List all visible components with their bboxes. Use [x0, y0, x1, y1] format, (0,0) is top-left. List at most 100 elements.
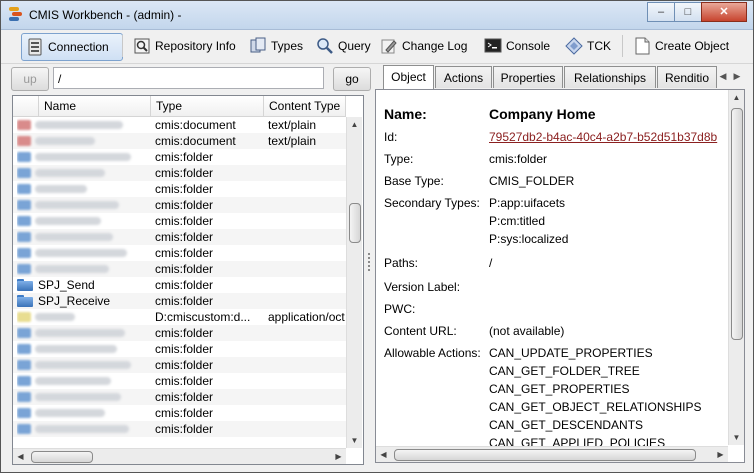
console-button[interactable]: Console — [480, 33, 566, 59]
horizontal-scroll-thumb[interactable] — [31, 451, 93, 463]
row-name-cell — [17, 421, 149, 437]
row-type-cell: cmis:folder — [155, 326, 214, 340]
table-row[interactable]: cmis:folder — [13, 389, 346, 405]
scroll-left-arrow-icon[interactable]: ◀ — [376, 447, 391, 462]
scroll-right-arrow-icon[interactable]: ▶ — [713, 447, 728, 462]
table-horizontal-scrollbar[interactable]: ◀ ▶ — [13, 448, 346, 464]
connection-button[interactable]: Connection — [21, 33, 123, 61]
types-button[interactable]: Types — [245, 33, 317, 59]
pwc-label: PWC: — [384, 302, 416, 316]
horizontal-scroll-thumb[interactable] — [394, 449, 696, 461]
allowable-action-item: CAN_GET_DESCENDANTS — [489, 418, 644, 432]
table-row[interactable]: cmis:folder — [13, 421, 346, 437]
row-name-cell — [17, 229, 149, 245]
row-content-type-cell: application/oct — [268, 310, 345, 324]
column-header-type[interactable]: Type — [151, 96, 264, 116]
scroll-up-arrow-icon[interactable]: ▲ — [729, 90, 744, 105]
row-content-type-cell — [268, 277, 346, 293]
table-row[interactable]: cmis:folder — [13, 197, 346, 213]
table-row[interactable]: cmis:folder — [13, 405, 346, 421]
up-button[interactable]: up — [11, 67, 49, 91]
row-name-cell — [17, 405, 149, 421]
row-content-type-cell — [268, 293, 346, 309]
row-name-cell — [17, 245, 149, 261]
row-name-cell: SPJ_Send — [17, 277, 149, 293]
scroll-thumb[interactable] — [731, 108, 743, 340]
panel-horizontal-scrollbar[interactable]: ◀ ▶ — [376, 446, 728, 462]
scroll-thumb[interactable] — [349, 203, 361, 243]
scroll-down-arrow-icon[interactable]: ▼ — [729, 430, 744, 445]
split-pane-divider[interactable] — [365, 65, 373, 465]
path-input[interactable]: / — [53, 67, 324, 89]
table-row[interactable]: cmis:folder — [13, 357, 346, 373]
table-row[interactable]: cmis:folder — [13, 341, 346, 357]
table-row[interactable]: cmis:document text/plain — [13, 133, 346, 149]
table-row[interactable]: D:cmiscustom:d... application/oct — [13, 309, 346, 325]
row-content-type-cell — [268, 229, 346, 245]
redacted-name — [35, 345, 117, 353]
create-object-label: Create Object — [655, 39, 730, 53]
row-type-cell: cmis:folder — [155, 182, 214, 196]
secondary-type-item: P:cm:titled — [489, 214, 546, 228]
minimize-button[interactable]: – — [647, 2, 675, 22]
table-vertical-scrollbar[interactable]: ▲ ▼ — [346, 117, 362, 448]
column-header-icon[interactable] — [13, 96, 39, 116]
table-row[interactable]: cmis:folder — [13, 149, 346, 165]
row-type-cell: cmis:folder — [155, 198, 214, 212]
redacted-icon — [17, 360, 31, 370]
id-link[interactable]: 79527db2-b4ac-40c4-a2b7-b52d51b37d8b — [489, 130, 717, 144]
redacted-icon — [17, 424, 31, 434]
row-content-type-cell — [268, 325, 346, 341]
row-type-cell: cmis:folder — [155, 214, 214, 228]
column-header-content-type[interactable]: Content Type — [264, 96, 346, 116]
scroll-up-arrow-icon[interactable]: ▲ — [347, 117, 362, 132]
redacted-name — [35, 361, 131, 369]
table-row[interactable]: SPJ_Receive cmis:folder — [13, 293, 346, 309]
tab-object[interactable]: Object — [383, 65, 434, 89]
redacted-name — [35, 249, 127, 257]
tab-renditions[interactable]: Renditio — [657, 66, 717, 88]
tck-button[interactable]: TCK — [561, 33, 625, 59]
tab-scroll-left-icon[interactable]: ◀ — [717, 68, 729, 84]
allowable-action-item: CAN_GET_FOLDER_TREE — [489, 364, 640, 378]
scroll-left-arrow-icon[interactable]: ◀ — [13, 449, 28, 464]
row-type-cell: cmis:folder — [155, 166, 214, 180]
table-row[interactable]: cmis:folder — [13, 213, 346, 229]
table-row[interactable]: SPJ_Send cmis:folder — [13, 277, 346, 293]
table-row[interactable]: cmis:folder — [13, 245, 346, 261]
table-row[interactable]: cmis:folder — [13, 165, 346, 181]
table-row[interactable]: cmis:folder — [13, 181, 346, 197]
scroll-down-arrow-icon[interactable]: ▼ — [347, 433, 362, 448]
redacted-icon — [17, 248, 31, 258]
allowable-action-item: CAN_UPDATE_PROPERTIES — [489, 346, 653, 360]
panel-vertical-scrollbar[interactable]: ▲ ▼ — [728, 90, 744, 445]
row-name-cell — [17, 357, 149, 373]
close-button[interactable]: ✕ — [701, 2, 747, 22]
redacted-icon — [17, 376, 31, 386]
app-window: CMIS Workbench - (admin) - – □ ✕ Connect… — [0, 0, 754, 473]
tab-actions[interactable]: Actions — [435, 66, 492, 88]
table-row[interactable]: cmis:folder — [13, 325, 346, 341]
tab-properties[interactable]: Properties — [493, 66, 563, 88]
redacted-name — [35, 217, 101, 225]
repository-info-button[interactable]: Repository Info — [129, 33, 249, 59]
maximize-button[interactable]: □ — [674, 2, 702, 22]
table-row[interactable]: cmis:folder — [13, 373, 346, 389]
console-label: Console — [506, 39, 551, 53]
redacted-name — [35, 185, 87, 193]
scroll-right-arrow-icon[interactable]: ▶ — [331, 449, 346, 464]
row-name-cell: SPJ_Receive — [17, 293, 149, 309]
tab-scroll-right-icon[interactable]: ▶ — [731, 68, 743, 84]
query-button[interactable]: Query — [312, 33, 384, 59]
create-object-button[interactable]: Create Object — [629, 33, 749, 59]
table-row[interactable]: cmis:folder — [13, 229, 346, 245]
row-type-cell: cmis:folder — [155, 342, 214, 356]
row-content-type-cell — [268, 197, 346, 213]
change-log-button[interactable]: Change Log — [376, 33, 486, 59]
table-row[interactable]: cmis:folder — [13, 261, 346, 277]
tab-relationships[interactable]: Relationships — [564, 66, 656, 88]
column-header-name[interactable]: Name — [39, 96, 151, 116]
connection-label: Connection — [48, 40, 109, 54]
table-row[interactable]: cmis:document text/plain — [13, 117, 346, 133]
magnifier-icon — [316, 37, 334, 55]
